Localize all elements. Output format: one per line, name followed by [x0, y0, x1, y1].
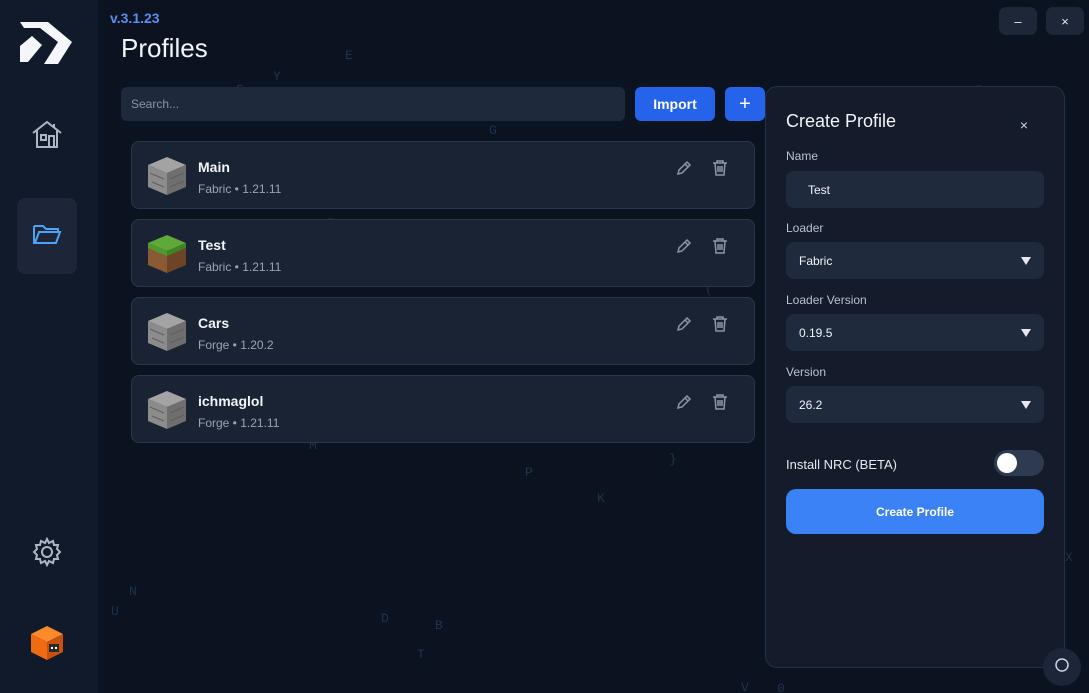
- gear-icon: [32, 536, 62, 572]
- profile-card[interactable]: Test Fabric • 1.21.11: [131, 219, 755, 287]
- bg-letter: U: [111, 604, 119, 619]
- import-button[interactable]: Import: [635, 87, 715, 121]
- delete-profile-button[interactable]: [710, 159, 730, 182]
- nav-home[interactable]: [17, 98, 77, 174]
- name-label: Name: [786, 149, 819, 163]
- app-logo: [18, 18, 74, 66]
- loader-select[interactable]: Fabric: [786, 242, 1044, 279]
- create-profile-panel: Create Profile × Name Test Loader Fabric…: [765, 86, 1065, 668]
- close-icon: ×: [1061, 13, 1069, 29]
- trash-icon: [711, 393, 729, 416]
- home-icon: [31, 119, 63, 154]
- page-title: Profiles: [121, 33, 208, 63]
- profile-name: Cars: [198, 315, 230, 331]
- circle-icon: [1054, 657, 1070, 678]
- bg-letter: X: [1065, 550, 1073, 565]
- stone-block-icon: [146, 311, 188, 353]
- profile-meta: Fabric • 1.21.11: [198, 260, 282, 274]
- minimize-button[interactable]: –: [999, 7, 1037, 35]
- close-panel-button[interactable]: ×: [1014, 115, 1034, 135]
- name-field[interactable]: Test: [786, 171, 1044, 208]
- profile-card[interactable]: ichmaglol Forge • 1.21.11: [131, 375, 755, 443]
- bg-letter: Y: [273, 69, 281, 84]
- stone-block-icon: [146, 155, 188, 197]
- loader-version-value: 0.19.5: [799, 325, 833, 340]
- add-profile-button[interactable]: +: [725, 87, 765, 121]
- profile-name: Main: [198, 159, 230, 175]
- app-version: v.3.1.23: [110, 10, 160, 26]
- minimize-icon: –: [1014, 13, 1022, 29]
- edit-profile-button[interactable]: [674, 238, 694, 258]
- bg-letter: T: [417, 647, 425, 662]
- version-label: Version: [786, 365, 827, 379]
- bg-letter: V: [741, 680, 749, 693]
- version-select[interactable]: 26.2: [786, 386, 1044, 423]
- pencil-icon: [675, 159, 693, 182]
- profile-name: ichmaglol: [198, 393, 264, 409]
- profile-meta: Forge • 1.20.2: [198, 338, 274, 352]
- panel-title: Create Profile: [786, 111, 897, 131]
- stone-block-icon: [146, 389, 188, 431]
- dropdown-arrow-icon: [1021, 328, 1031, 337]
- trash-icon: [711, 237, 729, 260]
- sidebar: [0, 0, 98, 693]
- folder-icon: [32, 222, 62, 251]
- create-profile-button[interactable]: Create Profile: [786, 489, 1044, 534]
- version-value: 26.2: [799, 397, 823, 412]
- user-avatar[interactable]: [27, 622, 67, 662]
- dropdown-arrow-icon: [1021, 400, 1031, 409]
- pencil-icon: [675, 393, 693, 416]
- edit-profile-button[interactable]: [674, 316, 694, 336]
- delete-profile-button[interactable]: [710, 237, 730, 260]
- bg-letter: }: [669, 452, 677, 467]
- trash-icon: [711, 159, 729, 182]
- pencil-icon: [675, 315, 693, 338]
- status-button[interactable]: [1043, 648, 1081, 686]
- loader-version-select[interactable]: 0.19.5: [786, 314, 1044, 351]
- profile-meta: Forge • 1.21.11: [198, 416, 280, 430]
- bg-letter: N: [129, 584, 137, 599]
- bg-letter: 0: [777, 681, 785, 693]
- bg-letter: P: [525, 465, 533, 480]
- bg-letter: E: [345, 48, 353, 63]
- bg-letter: G: [489, 123, 497, 138]
- loader-label: Loader: [786, 221, 824, 235]
- profile-name: Test: [198, 237, 226, 253]
- profile-card[interactable]: Cars Forge • 1.20.2: [131, 297, 755, 365]
- pencil-icon: [675, 237, 693, 260]
- close-window-button[interactable]: ×: [1046, 7, 1084, 35]
- bg-letter: K: [597, 491, 605, 506]
- close-icon: ×: [1019, 117, 1029, 133]
- profile-card[interactable]: Main Fabric • 1.21.11: [131, 141, 755, 209]
- toggle-knob: [997, 453, 1017, 473]
- profile-meta: Fabric • 1.21.11: [198, 182, 282, 196]
- bg-letter: D: [381, 611, 389, 626]
- bg-letter: B: [435, 618, 443, 633]
- search-box: [121, 87, 625, 121]
- loader-version-label: Loader Version: [786, 293, 867, 307]
- search-input[interactable]: [131, 97, 615, 111]
- name-value: Test: [808, 182, 831, 197]
- nrc-toggle[interactable]: [994, 450, 1044, 476]
- dropdown-arrow-icon: [1021, 256, 1031, 265]
- trash-icon: [711, 315, 729, 338]
- delete-profile-button[interactable]: [710, 315, 730, 338]
- nrc-label: Install NRC (BETA): [786, 457, 897, 472]
- delete-profile-button[interactable]: [710, 393, 730, 416]
- loader-value: Fabric: [799, 253, 833, 268]
- edit-profile-button[interactable]: [674, 394, 694, 414]
- grass-block-icon: [146, 233, 188, 275]
- nav-profiles[interactable]: [17, 198, 77, 274]
- nav-settings[interactable]: [17, 516, 77, 592]
- edit-profile-button[interactable]: [674, 160, 694, 180]
